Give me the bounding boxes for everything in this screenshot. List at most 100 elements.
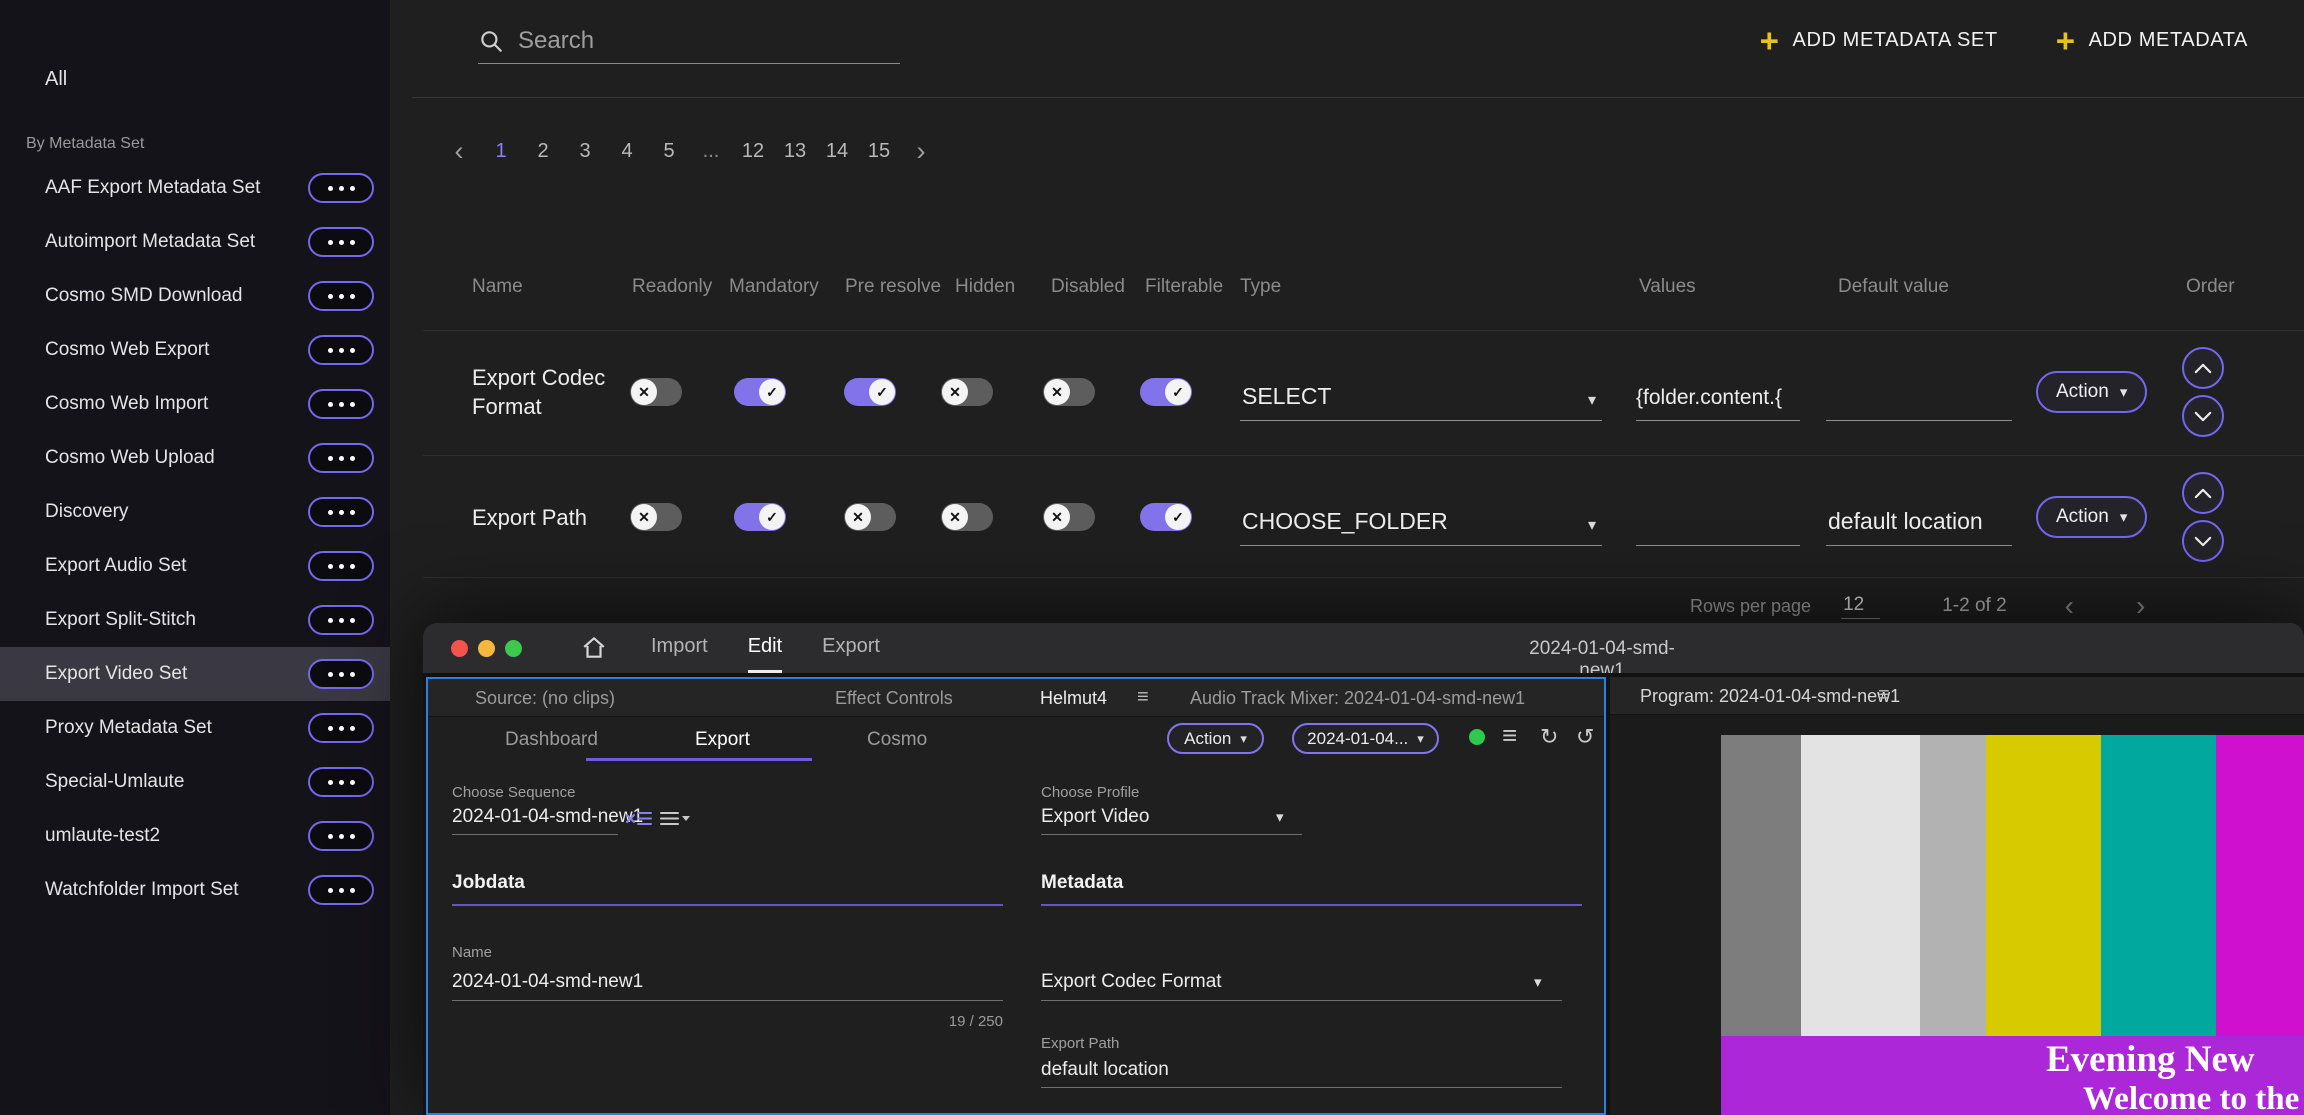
toggle-thumb: ✕ [1044, 379, 1070, 405]
clear-sequence-icon[interactable] [625, 809, 653, 829]
lower-third-subline: Welcome to the s [2083, 1081, 2304, 1115]
menu-icon[interactable]: ≡ [1502, 720, 1517, 751]
close-window-button[interactable] [451, 640, 468, 657]
search-input[interactable] [518, 27, 900, 55]
chevron-down-icon: ▾ [2120, 383, 2128, 401]
tab-cosmo[interactable]: Cosmo [867, 729, 927, 751]
name-input[interactable]: 2024-01-04-smd-new1 [452, 971, 643, 993]
action-dropdown[interactable]: Action ▾ [1167, 723, 1264, 754]
panel-tab-strip: Source: (no clips) Effect Controls Helmut4… [428, 679, 1604, 717]
rows-per-page-select[interactable]: 12 [1841, 594, 1880, 619]
refresh-icon[interactable]: ↻ [1540, 724, 1558, 750]
mandatory-toggle[interactable]: ✓ [734, 503, 786, 531]
action-button[interactable]: Action▾ [2036, 371, 2147, 413]
sync-icon[interactable]: ↺ [1576, 724, 1594, 750]
search-field[interactable] [478, 18, 900, 64]
type-select[interactable]: CHOOSE_FOLDER▾ [1240, 500, 1602, 546]
zoom-window-button[interactable] [505, 640, 522, 657]
metadata-underline [1041, 904, 1582, 906]
panel-tab[interactable]: Helmut4 [1040, 688, 1107, 709]
hidden-toggle[interactable]: ✕ [941, 378, 993, 406]
panel-menu-icon[interactable]: ≡ [1137, 686, 1149, 709]
values-input[interactable]: {folder.content.{ [1636, 375, 1800, 421]
premiere-window: Import Edit Export 2024-01-04-smd-new1 Sou… [423, 623, 2304, 1115]
topbar-actions: + ADD METADATA SET + ADD METADATA [1760, 24, 2248, 57]
pagination-page[interactable]: 1 [484, 134, 518, 168]
profile-select[interactable]: Export Video [1041, 806, 1149, 828]
codec-select[interactable]: Export Codec Format [1041, 971, 1222, 993]
program-panel: Program: 2024-01-04-smd-new1 ≡ Evening N… [1610, 677, 2304, 1115]
footer-prev-icon[interactable]: ‹ [2065, 590, 2074, 622]
plus-icon: + [1760, 24, 1780, 57]
sequence-underline [452, 834, 618, 835]
footer-next-icon[interactable]: › [2136, 590, 2145, 622]
plus-icon: + [2056, 24, 2076, 57]
minimize-window-button[interactable] [478, 640, 495, 657]
pagination-page[interactable]: 13 [778, 134, 812, 168]
program-tab-label[interactable]: Program: 2024-01-04-smd-new1 [1640, 686, 1900, 707]
column-header: Readonly [632, 276, 712, 298]
workspace-tab-edit[interactable]: Edit [748, 623, 782, 673]
filterable-toggle[interactable]: ✓ [1140, 378, 1192, 406]
hidden-toggle[interactable]: ✕ [941, 503, 993, 531]
pagination-page[interactable]: 12 [736, 134, 770, 168]
add-metadata-button[interactable]: + ADD METADATA [2056, 24, 2248, 57]
move-up-button[interactable] [2182, 472, 2224, 514]
pagination-ellipsis: ... [694, 134, 728, 168]
workspace-tab-export[interactable]: Export [822, 623, 880, 673]
pagination-page[interactable]: 15 [862, 134, 896, 168]
readonly-toggle[interactable]: ✕ [630, 378, 682, 406]
disabled-toggle[interactable]: ✕ [1043, 378, 1095, 406]
workspace-tab-import[interactable]: Import [651, 623, 708, 673]
pagination-page[interactable]: 3 [568, 134, 602, 168]
add-metadata-label: ADD METADATA [2089, 29, 2248, 52]
color-bar-stripe [1801, 735, 1920, 1036]
tab-dashboard[interactable]: Dashboard [505, 729, 598, 751]
helmut-panel: Dashboard Export Cosmo Action ▾ 2024-01-… [428, 717, 1604, 1113]
move-down-button[interactable] [2182, 395, 2224, 437]
home-icon[interactable] [581, 635, 607, 661]
default-value-input[interactable] [1826, 375, 2012, 421]
filterable-toggle[interactable]: ✓ [1140, 503, 1192, 531]
active-tab-underline [586, 758, 812, 761]
type-select[interactable]: SELECT▾ [1240, 375, 1602, 421]
sequence-menu-icon[interactable] [659, 809, 691, 829]
export-path-input[interactable]: default location [1041, 1059, 1169, 1081]
toggle-thumb: ✕ [942, 504, 968, 530]
date-dropdown[interactable]: 2024-01-04... ▾ [1292, 723, 1439, 754]
menu-icon[interactable]: ≡ [1878, 684, 1890, 707]
lower-third-headline: Evening New [2046, 1038, 2255, 1081]
chevron-down-icon: ▾ [1276, 808, 1284, 826]
readonly-toggle[interactable]: ✕ [630, 503, 682, 531]
pagination-next-icon[interactable]: › [904, 134, 938, 168]
panel-tab[interactable]: Effect Controls [835, 688, 953, 709]
export-path-underline [1041, 1087, 1562, 1088]
table-footer: Rows per page 12 1-2 of 2 ‹ › [1690, 590, 2145, 622]
default-value-input[interactable]: default location [1826, 500, 2012, 546]
pagination-prev-icon[interactable]: ‹ [442, 134, 476, 168]
pre-resolve-toggle[interactable]: ✕ [844, 503, 896, 531]
mandatory-toggle[interactable]: ✓ [734, 378, 786, 406]
action-button[interactable]: Action▾ [2036, 496, 2147, 538]
pagination-page[interactable]: 4 [610, 134, 644, 168]
move-down-button[interactable] [2182, 520, 2224, 562]
disabled-toggle[interactable]: ✕ [1043, 503, 1095, 531]
move-up-button[interactable] [2182, 347, 2224, 389]
sequence-value[interactable]: 2024-01-04-smd-new1 [452, 806, 643, 828]
panel-tab[interactable]: Audio Track Mixer: 2024-01-04-smd-new1 [1190, 688, 1525, 709]
column-header: Mandatory [729, 276, 819, 298]
column-header: Order [2186, 276, 2235, 298]
panel-tab[interactable]: Source: (no clips) [475, 688, 615, 709]
pagination-page[interactable]: 2 [526, 134, 560, 168]
field-name: Export Path [472, 456, 642, 578]
profile-underline [1041, 834, 1302, 835]
app-root: All By Metadata Set AAF Export Metadata … [0, 0, 2304, 1115]
pre-resolve-toggle[interactable]: ✓ [844, 378, 896, 406]
values-input[interactable] [1636, 500, 1800, 546]
pagination-page[interactable]: 14 [820, 134, 854, 168]
panels-area: Source: (no clips) Effect Controls Helmut4… [423, 673, 2304, 1115]
add-metadata-set-button[interactable]: + ADD METADATA SET [1760, 24, 1998, 57]
pagination-page[interactable]: 5 [652, 134, 686, 168]
tab-export[interactable]: Export [695, 729, 750, 751]
color-bar-stripe [1986, 735, 2101, 1036]
